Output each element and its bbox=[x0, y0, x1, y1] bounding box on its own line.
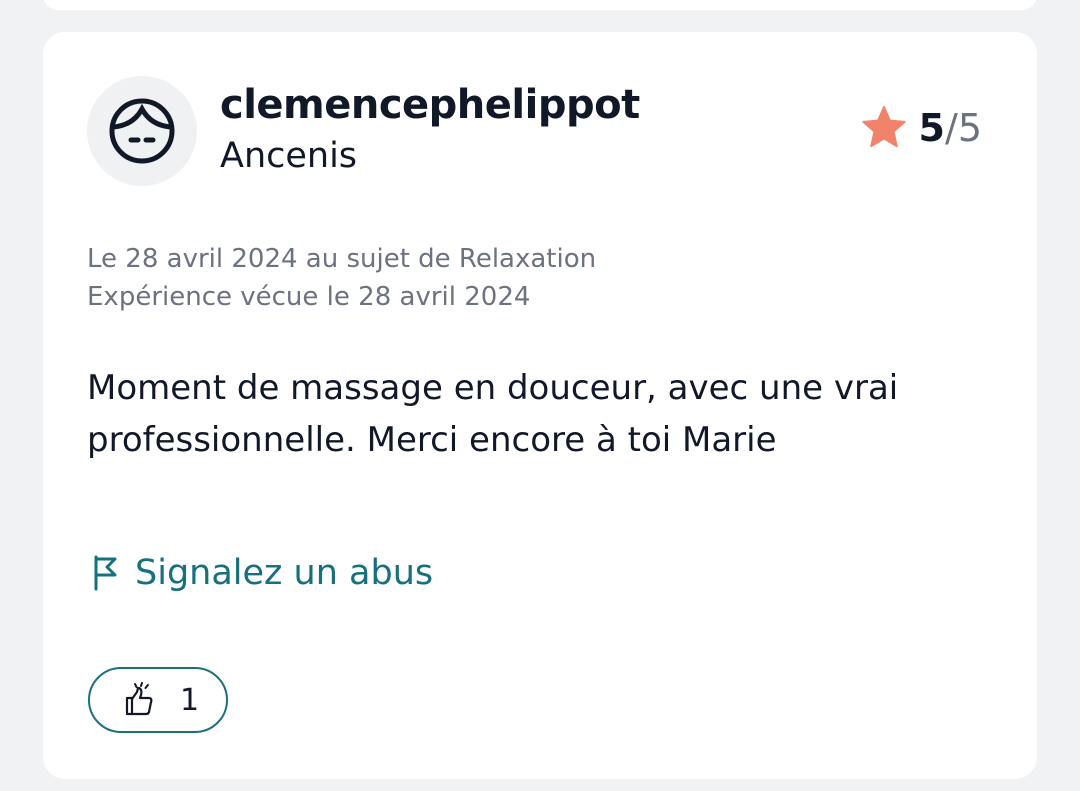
report-abuse-link[interactable]: Signalez un abus bbox=[93, 553, 433, 593]
review-date-subject: Le 28 avril 2024 au sujet de Relaxation bbox=[87, 244, 597, 274]
rating-separator: / bbox=[945, 106, 958, 150]
like-button[interactable]: 1 bbox=[88, 667, 228, 733]
previous-review-card bbox=[43, 0, 1037, 10]
reviewer-username: clemencephelippot bbox=[220, 82, 640, 128]
report-abuse-label: Signalez un abus bbox=[135, 553, 434, 593]
rating-max: 5 bbox=[957, 106, 982, 150]
rating: 5/5 bbox=[861, 106, 982, 150]
thumbs-up-icon bbox=[125, 682, 153, 716]
review-card: clemencephelippot Ancenis 5/5 Le 28 avri… bbox=[43, 32, 1037, 779]
flag-icon bbox=[94, 555, 117, 591]
reviewer-city: Ancenis bbox=[220, 136, 358, 176]
review-comment: Moment de massage en douceur, avec une v… bbox=[87, 368, 899, 460]
rating-value: 5 bbox=[918, 106, 945, 150]
like-count: 1 bbox=[180, 682, 200, 718]
face-icon bbox=[109, 98, 175, 164]
star-icon bbox=[861, 106, 906, 148]
avatar bbox=[87, 76, 197, 186]
experience-date: Expérience vécue le 28 avril 2024 bbox=[87, 282, 531, 312]
